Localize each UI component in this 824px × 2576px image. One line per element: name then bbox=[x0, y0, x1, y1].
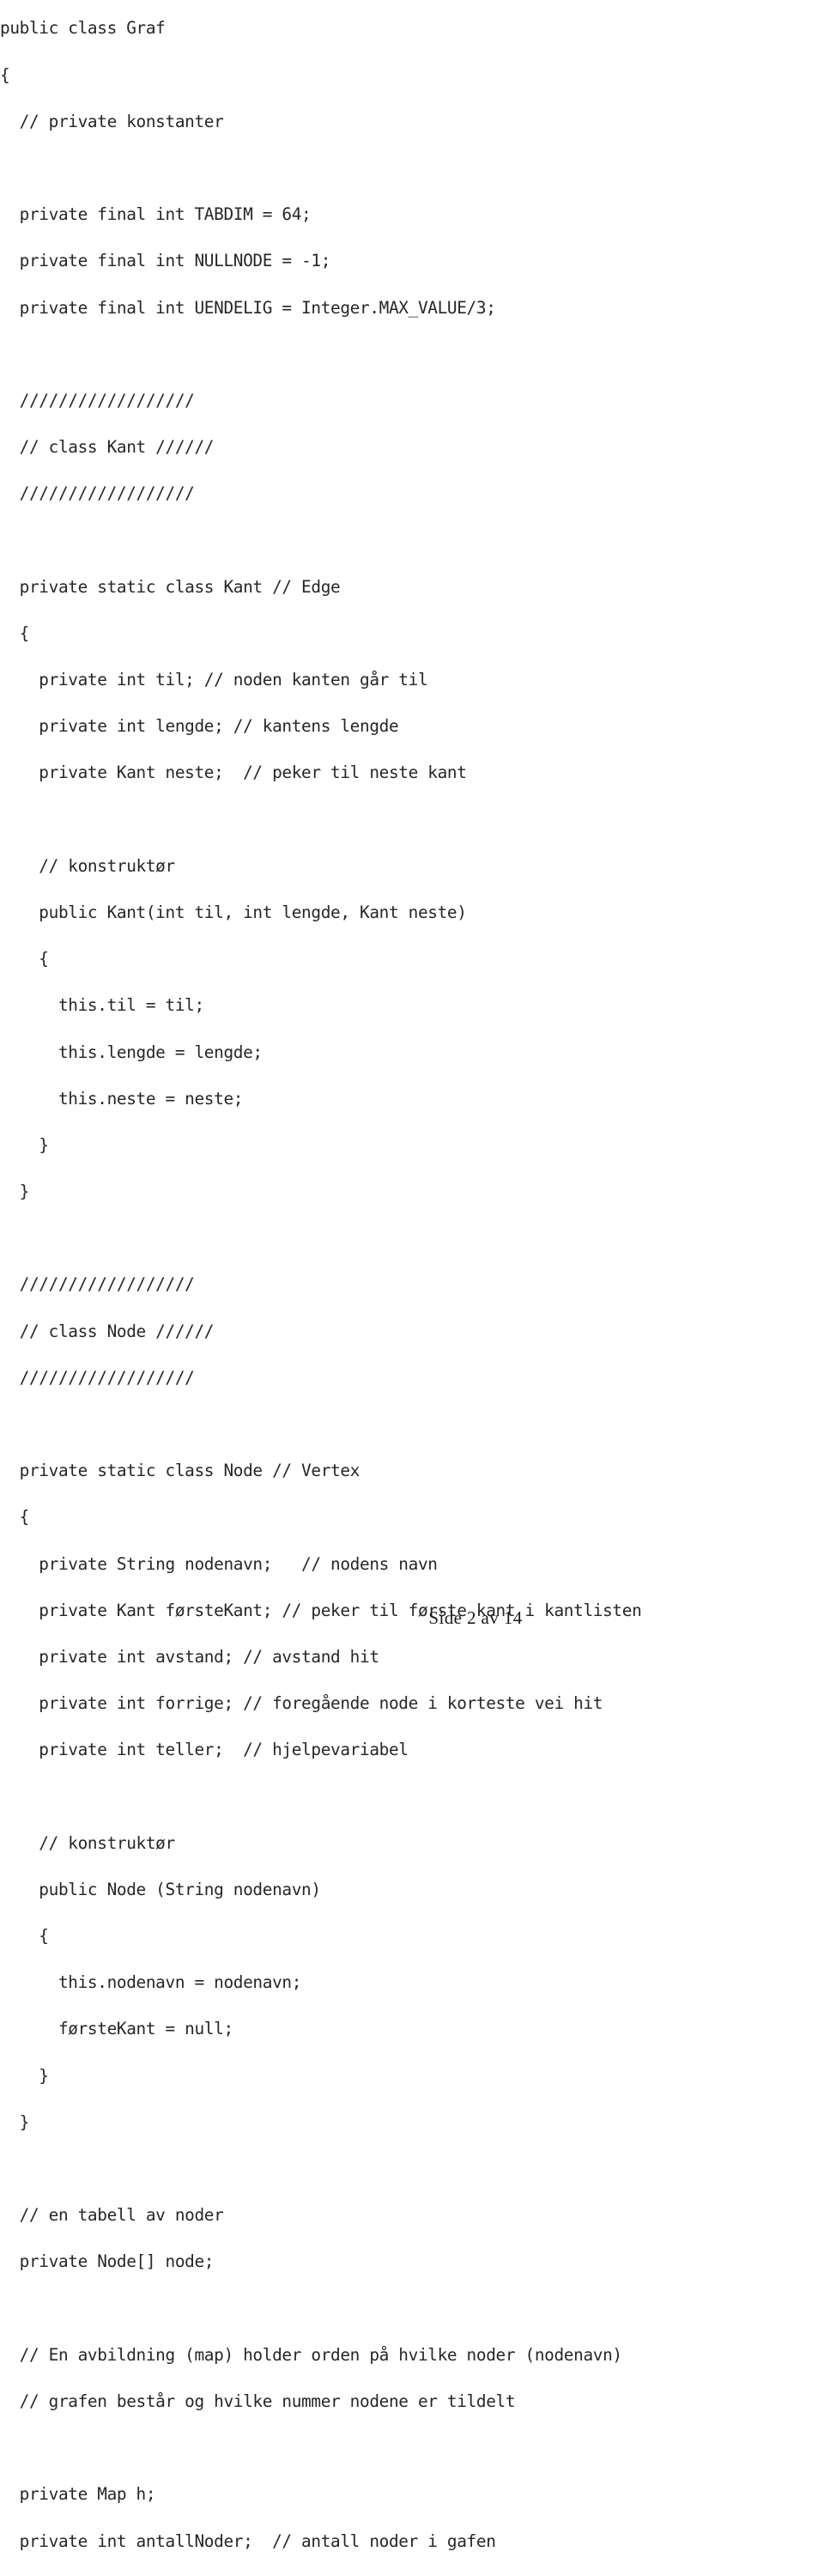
page-footer: Side 2 av 14 bbox=[0, 1607, 824, 1629]
code-line: public Node (String nodenavn) bbox=[0, 1879, 321, 1899]
code-line: // grafen består og hvilke nummer nodene… bbox=[0, 2391, 516, 2411]
code-line: private int avstand; // avstand hit bbox=[0, 1646, 379, 1667]
code-line: // private konstanter bbox=[0, 111, 224, 131]
code-line: this.neste = neste; bbox=[0, 1088, 244, 1109]
code-line: // class Node ////// bbox=[0, 1321, 215, 1341]
code-line: private int forrige; // foregående node … bbox=[0, 1693, 603, 1714]
code-line: // en tabell av noder bbox=[0, 2205, 224, 2226]
code-line: private static class Kant // Edge bbox=[0, 576, 341, 597]
code-line: private String nodenavn; // nodens navn bbox=[0, 1553, 438, 1574]
code-line: } bbox=[0, 2065, 49, 2086]
code-line: } bbox=[0, 1182, 30, 1202]
code-line: // class Kant ////// bbox=[0, 437, 215, 458]
code-line: public Kant(int til, int lengde, Kant ne… bbox=[0, 902, 467, 922]
code-line: this.nodenavn = nodenavn; bbox=[0, 1972, 302, 1993]
code-line: { bbox=[0, 64, 10, 85]
code-line: public class Graf bbox=[0, 18, 166, 39]
code-line: private final int TABDIM = 64; bbox=[0, 204, 312, 225]
code-line: private int til; // noden kanten går til bbox=[0, 670, 428, 690]
code-line: } bbox=[0, 1134, 49, 1155]
code-line: // En avbildning (map) holder orden på h… bbox=[0, 2344, 622, 2365]
code-line: private int lengde; // kantens lengde bbox=[0, 716, 399, 737]
document-page: public class Graf { // private konstante… bbox=[0, 0, 824, 2551]
code-line: private static class Node // Vertex bbox=[0, 1461, 360, 1481]
code-line: { bbox=[0, 1507, 30, 1528]
code-line: { bbox=[0, 623, 30, 643]
code-listing: public class Graf { // private konstante… bbox=[0, 16, 824, 2575]
code-line: // konstruktør bbox=[0, 855, 175, 876]
code-line: { bbox=[0, 1926, 49, 1947]
code-line: ////////////////// bbox=[0, 1367, 195, 1388]
code-line: ////////////////// bbox=[0, 1274, 195, 1295]
code-line: private int antallNoder; // antall noder… bbox=[0, 2530, 496, 2551]
code-line: ////////////////// bbox=[0, 390, 195, 410]
code-line: private Kant neste; // peker til neste k… bbox=[0, 762, 467, 783]
code-line: private Map h; bbox=[0, 2484, 156, 2505]
page-number-label: Side 2 av 14 bbox=[428, 1607, 523, 1628]
code-line: { bbox=[0, 949, 49, 969]
code-line: ////////////////// bbox=[0, 483, 195, 504]
code-line: private final int NULLNODE = -1; bbox=[0, 251, 331, 271]
code-line: } bbox=[0, 2111, 30, 2132]
code-line: private final int UENDELIG = Integer.MAX… bbox=[0, 297, 496, 318]
code-line: this.til = til; bbox=[0, 995, 204, 1016]
code-line: this.lengde = lengde; bbox=[0, 1042, 263, 1062]
code-line: førsteKant = null; bbox=[0, 2019, 233, 2039]
code-line: private int teller; // hjelpevariabel bbox=[0, 1740, 409, 1760]
code-line: // konstruktør bbox=[0, 1832, 175, 1853]
code-line: private Node[] node; bbox=[0, 2251, 215, 2272]
